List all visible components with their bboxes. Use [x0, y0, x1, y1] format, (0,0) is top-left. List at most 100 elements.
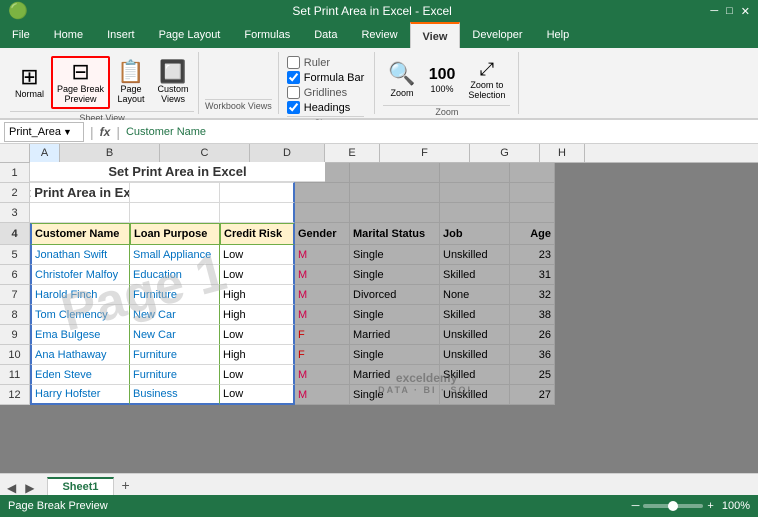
col-header-a[interactable]: A [30, 144, 60, 162]
ruler-checkbox-row[interactable]: Ruler [287, 56, 365, 69]
tab-help[interactable]: Help [535, 22, 582, 48]
cell-b10[interactable]: Ana Hathaway [30, 345, 130, 365]
col-header-d[interactable]: D [250, 144, 325, 162]
cell-e8[interactable]: M [295, 305, 350, 325]
formula-input[interactable]: Customer Name [126, 126, 754, 138]
cell-d7[interactable]: High [220, 285, 295, 305]
cell-e10[interactable]: F [295, 345, 350, 365]
cell-b5[interactable]: Jonathan Swift [30, 245, 130, 265]
cell-e3[interactable] [295, 203, 350, 223]
zoom-selection-btn[interactable]: ⤢ Zoom toSelection [463, 56, 510, 103]
cell-b6[interactable]: Christofer Malfoy [30, 265, 130, 285]
tab-pagelayout[interactable]: Page Layout [147, 22, 233, 48]
cell-f3[interactable] [350, 203, 440, 223]
formulabar-checkbox-row[interactable]: Formula Bar [287, 71, 365, 84]
page-layout-btn[interactable]: 📋 PageLayout [112, 57, 150, 108]
cell-d3[interactable] [220, 203, 295, 223]
cell-c8[interactable]: New Car [130, 305, 220, 325]
cell-d6[interactable]: Low [220, 265, 295, 285]
cell-d12[interactable]: Low [220, 385, 295, 405]
zoom-in-btn[interactable]: + [707, 500, 713, 512]
tab-data[interactable]: Data [302, 22, 349, 48]
tab-nav-right[interactable]: ▶ [22, 481, 37, 495]
cell-f2[interactable] [350, 183, 440, 203]
cell-g12[interactable]: Unskilled [440, 385, 510, 405]
cell-c12[interactable]: Business [130, 385, 220, 405]
tab-file[interactable]: File [0, 22, 42, 48]
cell-e6[interactable]: M [295, 265, 350, 285]
add-sheet-btn[interactable]: + [116, 475, 136, 495]
cell-d11[interactable]: Low [220, 365, 295, 385]
zoom-slider[interactable] [643, 504, 703, 508]
cell-h6[interactable]: 31 [510, 265, 555, 285]
cell-g5[interactable]: Unskilled [440, 245, 510, 265]
cell-h1[interactable] [510, 163, 555, 183]
sheet-tab-sheet1[interactable]: Sheet1 [47, 477, 113, 495]
cell-b8[interactable]: Tom Clemency [30, 305, 130, 325]
cell-h8[interactable]: 38 [510, 305, 555, 325]
cell-g3[interactable] [440, 203, 510, 223]
cell-g10[interactable]: Unskilled [440, 345, 510, 365]
cell-c9[interactable]: New Car [130, 325, 220, 345]
zoom-btn[interactable]: 🔍 Zoom [383, 58, 420, 101]
headings-checkbox[interactable] [287, 101, 300, 114]
cell-b9[interactable]: Ema Bulgese [30, 325, 130, 345]
tab-nav-left[interactable]: ◀ [4, 481, 19, 495]
cell-f10[interactable]: Single [350, 345, 440, 365]
cell-g6[interactable]: Skilled [440, 265, 510, 285]
col-header-c[interactable]: C [160, 144, 250, 162]
cell-c11[interactable]: Furniture [130, 365, 220, 385]
cell-e4[interactable]: Gender [295, 223, 350, 245]
cell-e7[interactable]: M [295, 285, 350, 305]
cell-c10[interactable]: Furniture [130, 345, 220, 365]
cell-g1[interactable] [440, 163, 510, 183]
cell-c4[interactable]: Loan Purpose [130, 223, 220, 245]
headings-checkbox-row[interactable]: Headings [287, 101, 365, 114]
cell-f11[interactable]: Married [350, 365, 440, 385]
cell-f8[interactable]: Single [350, 305, 440, 325]
tab-developer[interactable]: Developer [460, 22, 534, 48]
gridlines-checkbox[interactable] [287, 86, 300, 99]
tab-review[interactable]: Review [349, 22, 409, 48]
cell-h4[interactable]: Age [510, 223, 555, 245]
tab-formulas[interactable]: Formulas [232, 22, 302, 48]
tab-view[interactable]: View [410, 22, 461, 48]
cell-c2[interactable] [130, 183, 220, 203]
tab-home[interactable]: Home [42, 22, 95, 48]
cell-c5[interactable]: Small Appliance [130, 245, 220, 265]
cell-f5[interactable]: Single [350, 245, 440, 265]
cell-g7[interactable]: None [440, 285, 510, 305]
col-header-e[interactable]: E [325, 144, 380, 162]
cell-g11[interactable]: Skilled [440, 365, 510, 385]
cell-d2[interactable] [220, 183, 295, 203]
close-btn[interactable]: ✕ [741, 5, 750, 18]
col-header-h[interactable]: H [540, 144, 585, 162]
cell-e12[interactable]: M [295, 385, 350, 405]
cell-b11[interactable]: Eden Steve [30, 365, 130, 385]
cell-c3[interactable] [130, 203, 220, 223]
cell-d5[interactable]: Low [220, 245, 295, 265]
cell-h3[interactable] [510, 203, 555, 223]
minimize-btn[interactable]: ─ [710, 5, 718, 18]
cell-f1[interactable] [350, 163, 440, 183]
cell-d9[interactable]: Low [220, 325, 295, 345]
cell-g8[interactable]: Skilled [440, 305, 510, 325]
ruler-checkbox[interactable] [287, 56, 300, 69]
cell-f4[interactable]: Marital Status [350, 223, 440, 245]
cell-d10[interactable]: High [220, 345, 295, 365]
cell-b12[interactable]: Harry Hofster [30, 385, 130, 405]
name-box[interactable]: Print_Area ▼ [4, 122, 84, 142]
cell-e11[interactable]: M [295, 365, 350, 385]
zoom-100-btn[interactable]: 100 100% [424, 63, 461, 97]
cell-h2[interactable] [510, 183, 555, 203]
zoom-out-btn[interactable]: ─ [632, 500, 640, 512]
formulabar-checkbox[interactable] [287, 71, 300, 84]
cell-e9[interactable]: F [295, 325, 350, 345]
cell-g9[interactable]: Unskilled [440, 325, 510, 345]
cell-h7[interactable]: 32 [510, 285, 555, 305]
cell-f12[interactable]: Single [350, 385, 440, 405]
custom-views-btn[interactable]: 🔲 CustomViews [152, 57, 194, 108]
cell-d4[interactable]: Credit Risk [220, 223, 295, 245]
col-header-b[interactable]: B [60, 144, 160, 162]
gridlines-checkbox-row[interactable]: Gridlines [287, 86, 365, 99]
